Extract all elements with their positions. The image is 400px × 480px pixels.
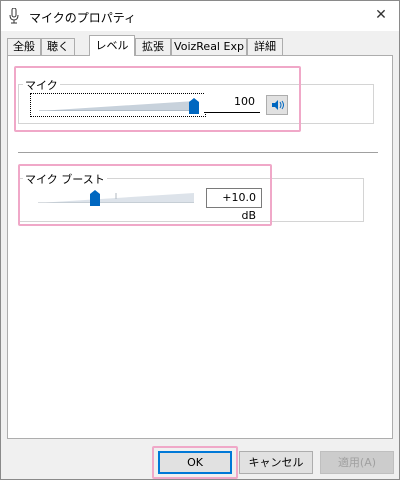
tab-general[interactable]: 全般 xyxy=(7,38,41,56)
levels-panel: マイク 100 マイク ブースト +10.0 dB xyxy=(7,55,393,439)
tab-enhancements[interactable]: 拡張 xyxy=(135,38,171,56)
microphone-icon xyxy=(9,8,19,24)
ok-highlight-frame xyxy=(152,446,238,479)
title-bar[interactable]: マイクのプロパティ ✕ xyxy=(1,1,399,31)
apply-button: 適用(A) xyxy=(320,451,394,474)
close-button[interactable]: ✕ xyxy=(369,4,393,26)
tab-levels[interactable]: レベル xyxy=(89,35,135,56)
window-title: マイクのプロパティ xyxy=(29,11,137,25)
mic-boost-highlight-frame xyxy=(18,164,272,226)
tab-voizreal[interactable]: VoizReal Exp xyxy=(171,38,247,56)
tab-listen[interactable]: 聴く xyxy=(41,38,75,56)
tab-advanced[interactable]: 詳細 xyxy=(247,38,283,56)
divider xyxy=(18,152,378,153)
cancel-button[interactable]: キャンセル xyxy=(239,451,313,474)
mic-highlight-frame xyxy=(14,66,301,132)
properties-window: マイクのプロパティ ✕ 全般 聴く レベル 拡張 VoizReal Exp 詳細… xyxy=(0,0,400,480)
